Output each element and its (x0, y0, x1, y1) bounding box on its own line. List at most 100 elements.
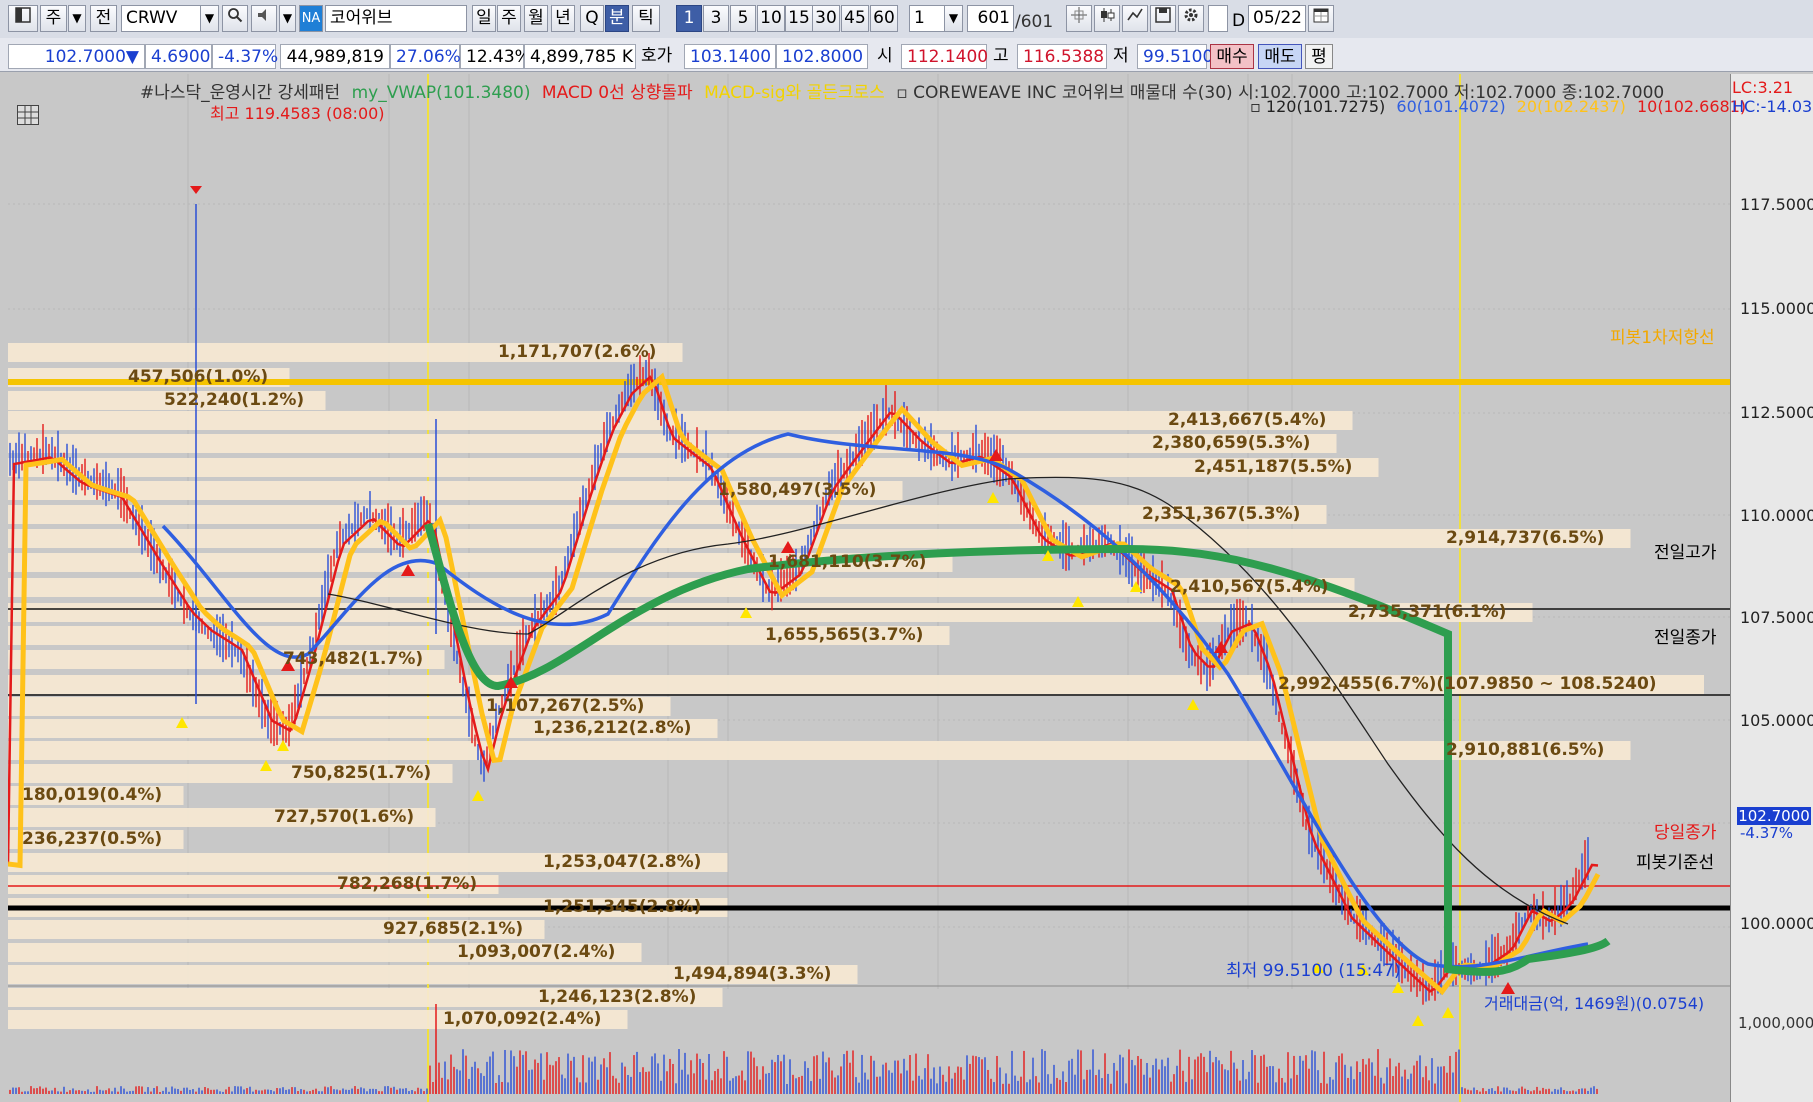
profile-label: 1,655,565(3.7%) (765, 625, 923, 645)
prev-close-label: 전일종가 (1654, 628, 1717, 648)
profile-label: 1,580,497(3.5%) (718, 480, 876, 500)
rate-1: 27.06% (390, 44, 461, 69)
open-label: 시 (877, 46, 893, 66)
date-input[interactable]: 05/22 (1248, 5, 1306, 32)
profile-label: 236,237(0.5%) (22, 829, 162, 849)
search-icon[interactable] (222, 5, 248, 32)
profile-label: 743,482(1.7%) (283, 649, 423, 669)
tab-interval[interactable]: 3 (703, 5, 729, 32)
legend-ma20: 20(102.2437) (1516, 97, 1626, 116)
profile-label: 2,351,367(5.3%) (1142, 504, 1300, 524)
date-checkbox[interactable] (1208, 5, 1228, 32)
count-input[interactable]: 601 (967, 5, 1014, 32)
save-icon[interactable] (1150, 5, 1176, 32)
low-price: 99.5100 (1137, 44, 1213, 69)
prev-high-label: 전일고가 (1654, 543, 1717, 563)
high-label: 고 (993, 46, 1009, 66)
price-chart[interactable]: 1,171,707(2.6%) 457,506(1.0%) 522,240(1.2%… (8, 74, 1730, 1102)
chart-toolbar: 주 ▼ 전 CRWV ▼ ▼ NA 코어위브 일주월년Q분틱 1 3 5 10 15 30… (0, 0, 1813, 39)
tab-interval[interactable]: 15 (785, 5, 813, 32)
profile-label: 1,681,110(3.7%) (768, 552, 926, 572)
volume-title: 거래대금(억, 1469원)(0.0754) (1484, 994, 1705, 1013)
tab-interval[interactable]: 30 (812, 5, 840, 32)
tab-period[interactable]: 월 (524, 5, 548, 32)
sell-button[interactable]: 매도 (1258, 44, 1302, 69)
chevron-down-icon[interactable]: ▼ (944, 5, 963, 32)
stock-name-field[interactable]: 코어위브 (325, 5, 467, 32)
table-icon[interactable] (17, 105, 39, 125)
legend-macd-zero: MACD 0선 상향돌파 (541, 83, 693, 103)
profile-label: 180,019(0.4%) (22, 785, 162, 805)
price-axis-label: 112.5000 (1740, 403, 1813, 422)
price-value: 102.7000 (44, 47, 126, 67)
profile-label: 1,093,007(2.4%) (457, 942, 615, 962)
flat-button[interactable]: 평 (1305, 44, 1333, 69)
tab-interval[interactable]: 10 (757, 5, 785, 32)
profile-label: 457,506(1.0%) (128, 367, 268, 387)
tab-period[interactable]: 주 (497, 5, 521, 32)
profile-label: 1,494,894(3.3%) (673, 964, 831, 984)
legend-ma120: ▫ 120(101.7275) (1250, 97, 1386, 116)
profile-label: 2,413,667(5.4%) (1168, 410, 1326, 430)
profile-label: 2,380,659(5.3%) (1152, 433, 1310, 453)
volume-value: 44,989,819 (280, 44, 390, 69)
price-axis-label: 115.0000 (1740, 299, 1813, 318)
profile-label: 1,171,707(2.6%) (498, 342, 656, 362)
chevron-down-icon[interactable]: ▼ (279, 5, 296, 32)
bid-price: 102.8000 (776, 44, 868, 69)
price-axis-label: 105.0000 (1740, 711, 1813, 730)
tab-interval[interactable]: 60 (870, 5, 898, 32)
tab-period[interactable]: 틱 (632, 5, 660, 32)
tab-period[interactable]: 일 (472, 5, 496, 32)
count-total: /601 (1015, 12, 1054, 32)
candle-icon[interactable] (1094, 5, 1120, 32)
tab-interval[interactable]: 5 (730, 5, 756, 32)
profile-label: 1,236,212(2.8%) (533, 718, 691, 738)
tab-interval[interactable]: 45 (841, 5, 869, 32)
date-label: D (1232, 11, 1246, 31)
price-axis-label: 110.0000 (1740, 506, 1813, 525)
today-close-label: 당일종가 (1654, 823, 1717, 843)
ask-price: 103.1400 (684, 44, 776, 69)
open-price: 112.1400 (901, 44, 988, 69)
lc-value: LC:3.21 (1732, 78, 1794, 97)
high-marker-label: 최고 119.4583 (08:00) (210, 104, 385, 123)
profile-label: 1,070,092(2.4%) (443, 1009, 601, 1029)
price-change-pct: -4.37% (212, 44, 278, 69)
gear-icon[interactable] (1178, 5, 1204, 32)
price-axis-label: 117.5000 (1740, 195, 1813, 214)
profile-label: 927,685(2.1%) (383, 919, 523, 939)
profile-label: 1,253,047(2.8%) (543, 852, 701, 872)
tab-interval[interactable]: 1 (676, 5, 702, 32)
week-toggle-button[interactable]: 주 (40, 5, 67, 32)
profile-label: 727,570(1.6%) (274, 807, 414, 827)
market-badge: NA (299, 5, 323, 32)
tab-period[interactable]: Q (580, 5, 604, 32)
price-axis-label: 100.0000 (1740, 914, 1813, 933)
current-price-tag-pct: -4.37% (1740, 824, 1794, 842)
current-price: 102.7000▼ (8, 44, 145, 69)
quote-label: 호가 (641, 46, 673, 66)
profile-label: 2,914,737(6.5%) (1446, 528, 1604, 548)
chevron-down-icon[interactable]: ▼ (68, 5, 86, 32)
buy-button[interactable]: 매수 (1210, 44, 1254, 69)
crosshair-icon[interactable] (1066, 5, 1092, 32)
calendar-icon[interactable] (1308, 5, 1334, 32)
speaker-icon[interactable] (251, 5, 277, 32)
profile-band (8, 741, 1631, 760)
profile-label: 1,246,123(2.8%) (538, 987, 696, 1007)
down-arrow-icon: ▼ (125, 47, 139, 67)
legend-ma60: 60(101.4072) (1396, 97, 1506, 116)
profile-label: 2,910,881(6.5%) (1446, 740, 1604, 760)
tab-period[interactable]: 년 (551, 5, 575, 32)
profile-label: 2,992,455(6.7%)(107.9850 ~ 108.5240) (1278, 674, 1657, 694)
rate-2: 12.43% (460, 44, 531, 69)
prev-button[interactable]: 전 (90, 5, 117, 32)
line-tool-icon[interactable] (1122, 5, 1148, 32)
profile-label: 522,240(1.2%) (164, 390, 304, 410)
tab-period[interactable]: 분 (605, 5, 629, 32)
profile-label: 2,410,567(5.4%) (1170, 577, 1328, 597)
window-icon[interactable] (8, 5, 38, 32)
symbol-dropdown-icon[interactable]: ▼ (200, 5, 219, 32)
interval-input[interactable]: 1 (909, 5, 947, 32)
